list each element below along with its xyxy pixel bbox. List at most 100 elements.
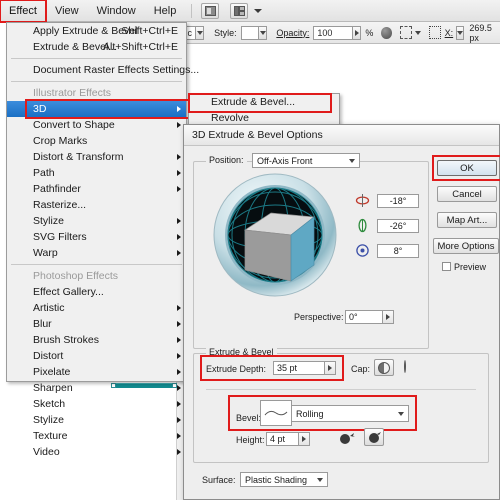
position-label: Position: [206,155,247,165]
menu-separator [11,264,182,265]
menu-item[interactable]: Convert to Shape [7,117,186,133]
menu-item-label: Pixelate [33,366,71,378]
chevron-right-icon [177,385,181,391]
more-options-button[interactable]: More Options [433,238,499,254]
rotate-x-input[interactable]: -18° [377,194,419,208]
menu-item[interactable]: Effect Gallery... [7,284,186,300]
rotate-x-icon[interactable] [355,193,370,211]
height-input[interactable]: 4 pt [266,432,299,446]
menu-item-label: Sharpen [33,382,73,394]
perspective-stepper[interactable] [383,310,394,324]
menu-item[interactable]: Rasterize... [7,197,186,213]
menu-item-label: Artistic [33,302,65,314]
profile-dropdown-arrow[interactable] [196,25,205,40]
menu-bar: Effect View Window Help [0,0,500,23]
chevron-right-icon [177,433,181,439]
chevron-right-icon [177,186,181,192]
cancel-button[interactable]: Cancel [437,186,497,202]
position-select[interactable]: Off-Axis Front [252,153,360,168]
menu-item[interactable]: Warp [7,245,186,261]
checkbox-icon [442,262,451,271]
chevron-right-icon [177,305,181,311]
menu-item[interactable]: Document Raster Effects Settings... [7,62,199,78]
opacity-icon[interactable] [381,26,393,39]
menu-item[interactable]: Sharpen [7,380,186,396]
align-icon[interactable] [400,26,412,39]
menu-item-label: Stylize [33,414,64,426]
menu-item[interactable]: Apply Extrude & Bevel Shift+Ctrl+E [7,23,186,39]
surface-select[interactable]: Plastic Shading [240,472,328,487]
x-label[interactable]: X: [445,28,454,38]
menu-item[interactable]: Crop Marks [7,133,186,149]
height-stepper[interactable] [299,432,310,446]
menu-item[interactable]: Distort [7,348,186,364]
style-swatch[interactable] [240,25,260,40]
chevron-down-icon[interactable] [254,8,263,13]
x-stepper[interactable] [456,25,465,40]
opacity-label[interactable]: Opacity: [276,28,309,38]
menu-help[interactable]: Help [145,0,186,22]
menu-item[interactable]: Stylize [7,412,186,428]
chevron-down-icon [317,477,323,482]
menu-effect[interactable]: Effect [0,0,47,23]
opacity-value: 100 [317,27,333,38]
rotate-y-icon[interactable] [355,218,370,236]
menu-item[interactable]: Brush Strokes [7,332,186,348]
rotate-z-value: 8° [393,246,403,256]
rotation-trackball[interactable] [213,173,337,297]
menu-item[interactable]: Path [7,165,186,181]
arrange-documents-icon[interactable] [230,2,249,19]
menu-item-label: Pathfinder [33,183,81,195]
menu-item[interactable]: SVG Filters [7,229,186,245]
menu-item[interactable]: 3D [7,101,186,117]
rotate-z-input[interactable]: 8° [377,244,419,258]
opacity-input[interactable]: 100 [313,25,354,40]
style-dropdown-arrow[interactable] [259,25,268,40]
menu-item[interactable]: Distort & Transform [7,149,186,165]
effect-dropdown-menu: Apply Extrude & Bevel Shift+Ctrl+E Extrude… [6,22,199,458]
chevron-right-icon [177,122,181,128]
menu-item[interactable]: Stylize [7,213,186,229]
menu-item[interactable]: Blur [7,316,186,332]
menu-item-label: Path [33,167,55,179]
cap-hollow-icon[interactable] [404,360,406,373]
preview-checkbox[interactable]: Preview [442,262,486,272]
chevron-down-icon [457,30,464,35]
transform-icon[interactable] [428,26,441,39]
menu-item-label: Stylize [33,215,64,227]
menu-item-label: Effect Gallery... [33,286,104,298]
chevron-down-icon[interactable] [414,30,421,35]
chevron-right-icon [354,29,359,36]
menu-item-label: Photoshop Effects [33,270,119,282]
menu-item[interactable]: Texture [7,428,186,444]
submenu-label: Revolve [211,112,249,124]
style-label: Style: [214,27,237,38]
cap-solid-icon[interactable] [374,359,394,376]
menu-view[interactable]: View [46,0,88,22]
perspective-input[interactable]: 0° [345,310,383,324]
menu-item[interactable]: Artistic [7,300,186,316]
chevron-right-icon [177,449,181,455]
menu-window[interactable]: Window [88,0,145,22]
chevron-right-icon [177,417,181,423]
map-art-button[interactable]: Map Art... [437,212,497,228]
height-value: 4 pt [270,434,286,444]
menu-item-label: Document Raster Effects Settings... [33,64,200,76]
menu-item-label: Crop Marks [33,135,88,147]
perspective-label: Perspective: [294,312,344,322]
menu-item[interactable]: Pixelate [7,364,186,380]
menu-item[interactable]: Pathfinder [7,181,186,197]
menu-item[interactable]: Video [7,444,186,460]
chevron-right-icon [177,401,181,407]
menu-item[interactable]: Sketch [7,396,186,412]
rotate-z-icon[interactable] [355,243,370,261]
perspective-value: 0° [349,312,358,322]
menu-item[interactable]: Extrude & Bevel... Alt+Shift+Ctrl+E [7,39,186,55]
rotate-y-input[interactable]: -26° [377,219,419,233]
highlight-box-extrude-depth [200,355,344,381]
opacity-dropdown-arrow[interactable] [353,25,362,40]
bevel-extent-out-icon[interactable] [339,431,355,448]
chevron-right-icon [177,353,181,359]
bevel-extent-in-icon[interactable] [364,428,384,446]
bridge-icon[interactable] [201,2,220,19]
